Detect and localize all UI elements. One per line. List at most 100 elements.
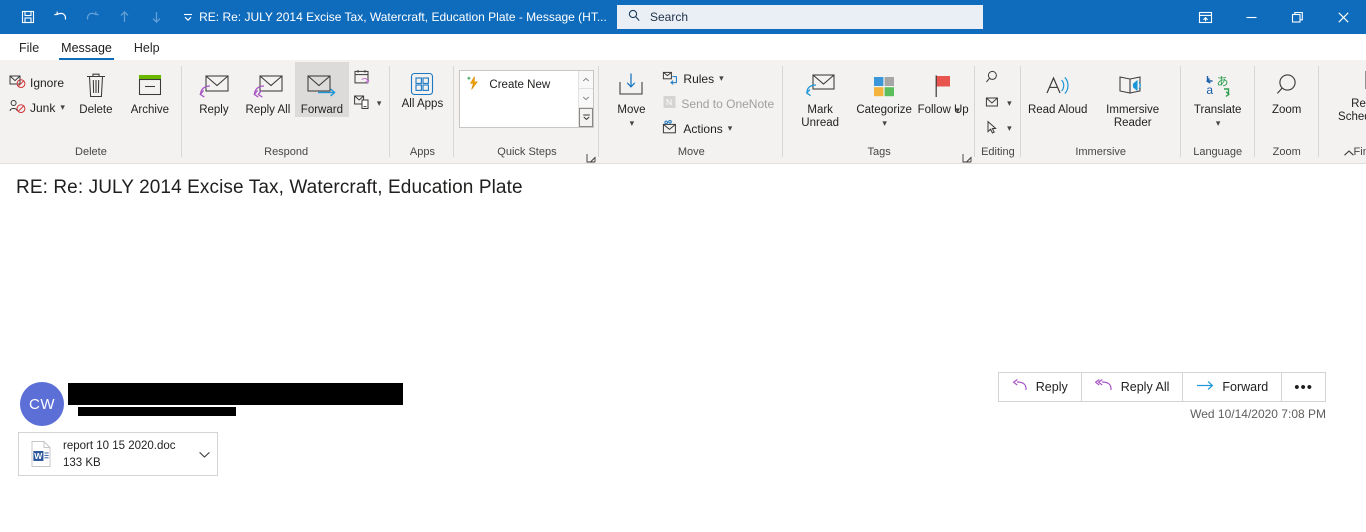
- ribbon-group-apps: All Apps Apps: [390, 60, 454, 163]
- group-label-respond: Respond: [182, 144, 391, 163]
- rules-button[interactable]: Rules ▾: [658, 66, 778, 91]
- ribbon-group-tags: Mark Unread Categorize ▾: [783, 60, 975, 163]
- svg-text:あ: あ: [1216, 75, 1228, 89]
- move-button[interactable]: Move ▾: [604, 62, 658, 130]
- gallery-scroll-up-icon[interactable]: [579, 71, 593, 89]
- chevron-down-icon: ▾: [728, 123, 733, 134]
- gallery-scroll-down-icon[interactable]: [579, 89, 593, 107]
- actions-icon: [662, 120, 679, 138]
- quick-step-create-new[interactable]: Create New: [466, 75, 578, 94]
- reply-button[interactable]: Reply: [187, 62, 241, 117]
- reply-all-action-button[interactable]: Reply All: [1081, 372, 1183, 402]
- group-label-apps: Apps: [390, 144, 454, 163]
- collapse-ribbon-icon[interactable]: [1340, 145, 1358, 161]
- search-input[interactable]: Search: [617, 5, 983, 29]
- ribbon-display-options-icon[interactable]: [1182, 0, 1228, 34]
- immersive-reader-icon: [1116, 69, 1150, 103]
- categorize-button[interactable]: Categorize ▾: [852, 62, 916, 130]
- quick-steps-dialog-launcher-icon[interactable]: [586, 150, 596, 160]
- rules-label: Rules: [683, 72, 714, 86]
- ignore-button[interactable]: Ignore: [5, 70, 69, 95]
- ribbon: Ignore Junk ▾: [0, 60, 1366, 164]
- tab-help[interactable]: Help: [123, 39, 171, 60]
- forward-icon: [305, 69, 339, 103]
- mark-unread-button[interactable]: Mark Unread: [788, 62, 852, 130]
- more-respond-icon: [353, 93, 372, 114]
- message-timestamp: Wed 10/14/2020 7:08 PM: [1190, 407, 1326, 421]
- all-apps-label: All Apps: [402, 98, 444, 111]
- tags-dialog-launcher-icon[interactable]: [962, 150, 972, 160]
- more-respond-button[interactable]: ▾: [349, 91, 386, 116]
- svg-text:W: W: [34, 451, 43, 461]
- related-button[interactable]: ▾: [980, 91, 1016, 116]
- delete-trash-icon: [83, 69, 109, 103]
- recipients-redaction: [78, 407, 236, 416]
- gallery-more-icon[interactable]: [579, 108, 593, 127]
- svg-text:a: a: [1206, 83, 1213, 97]
- attachment-name: report 10 15 2020.doc: [63, 440, 176, 452]
- translate-button[interactable]: a あ Translate ▾: [1186, 62, 1250, 130]
- chevron-down-icon: ▾: [882, 117, 887, 130]
- undo-icon[interactable]: [46, 4, 74, 30]
- reply-icon: [1012, 379, 1028, 395]
- redo-icon: [78, 4, 106, 30]
- archive-button[interactable]: Archive: [123, 62, 177, 117]
- find-button[interactable]: [980, 66, 1016, 91]
- forward-action-label: Forward: [1222, 380, 1268, 394]
- search-placeholder: Search: [650, 10, 688, 24]
- search-icon: [627, 8, 641, 27]
- junk-button[interactable]: Junk ▾: [5, 95, 69, 120]
- find-magnifier-icon: [984, 69, 1002, 88]
- minimize-icon[interactable]: [1228, 0, 1274, 34]
- forward-action-button[interactable]: Forward: [1182, 372, 1281, 402]
- move-label: Move: [617, 104, 645, 117]
- save-icon[interactable]: [14, 4, 42, 30]
- reply-icon: [197, 69, 231, 103]
- zoom-button[interactable]: Zoom: [1260, 62, 1314, 117]
- delete-button[interactable]: Delete: [69, 62, 123, 117]
- forward-button[interactable]: Forward: [295, 62, 349, 117]
- rules-icon: [662, 70, 679, 88]
- onenote-icon: N: [662, 95, 677, 112]
- read-aloud-button[interactable]: Read Aloud: [1026, 62, 1090, 117]
- follow-up-button[interactable]: Follow Up ▾: [916, 62, 970, 130]
- select-button[interactable]: ▾: [980, 116, 1016, 141]
- svg-text:N: N: [666, 97, 672, 107]
- more-actions-icon[interactable]: •••: [1281, 372, 1326, 402]
- chevron-down-icon[interactable]: [191, 450, 217, 459]
- group-label-language: Language: [1181, 144, 1255, 163]
- meeting-button[interactable]: [349, 66, 386, 91]
- group-label-tags: Tags: [783, 144, 975, 163]
- ribbon-group-respond: Reply Reply All: [182, 60, 391, 163]
- quick-steps-gallery[interactable]: Create New: [459, 70, 594, 128]
- attachment-size: 133 KB: [63, 457, 101, 469]
- tab-message[interactable]: Message: [50, 39, 123, 60]
- ignore-icon: [9, 74, 26, 92]
- restore-icon[interactable]: [1274, 0, 1320, 34]
- send-to-onenote-label: Send to OneNote: [681, 97, 774, 111]
- ribbon-group-zoom: Zoom Zoom: [1255, 60, 1319, 163]
- close-icon[interactable]: [1320, 0, 1366, 34]
- tab-file[interactable]: File: [8, 39, 50, 60]
- reply-with-scheduling-poll-button[interactable]: Reply with Scheduling Poll: [1324, 62, 1366, 124]
- delete-label: Delete: [79, 104, 112, 117]
- attachment-chip[interactable]: W report 10 15 2020.doc 133 KB: [18, 432, 218, 476]
- group-label-zoom: Zoom: [1255, 144, 1319, 163]
- quick-steps-scrollbar[interactable]: [578, 71, 593, 127]
- reply-action-button[interactable]: Reply: [998, 372, 1081, 402]
- actions-button[interactable]: Actions ▾: [658, 116, 778, 141]
- all-apps-button[interactable]: All Apps: [395, 62, 449, 111]
- immersive-reader-button[interactable]: Immersive Reader: [1090, 62, 1176, 130]
- forward-arrow-icon: [1196, 379, 1214, 395]
- reply-all-action-label: Reply All: [1121, 380, 1170, 394]
- reply-all-button[interactable]: Reply All: [241, 62, 295, 117]
- previous-item-icon: [110, 4, 138, 30]
- ribbon-group-delete: Ignore Junk ▾: [0, 60, 182, 163]
- message-actions: Reply Reply All Forward •••: [998, 372, 1326, 402]
- customize-quick-access-toolbar-icon[interactable]: [174, 4, 202, 30]
- actions-label: Actions: [683, 122, 722, 136]
- title-bar: RE: Re: JULY 2014 Excise Tax, Watercraft…: [0, 0, 1366, 34]
- group-label-editing: Editing: [975, 144, 1021, 163]
- chevron-down-icon: ▾: [60, 102, 65, 113]
- translate-icon: a あ: [1203, 69, 1233, 103]
